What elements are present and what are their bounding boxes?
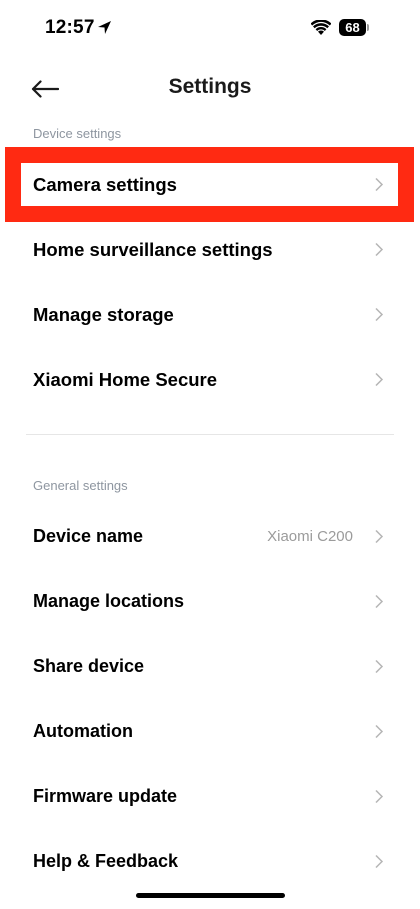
settings-row-home-surveillance[interactable]: Home surveillance settings bbox=[0, 217, 420, 282]
chevron-right-icon bbox=[375, 594, 384, 609]
settings-row-help-feedback[interactable]: Help & Feedback bbox=[0, 829, 420, 894]
wifi-icon bbox=[311, 20, 331, 35]
settings-row-manage-storage[interactable]: Manage storage bbox=[0, 282, 420, 347]
chevron-right-icon bbox=[375, 854, 384, 869]
battery-icon: 68 bbox=[339, 19, 366, 36]
chevron-right-icon bbox=[375, 177, 384, 192]
row-label: Manage storage bbox=[33, 304, 174, 325]
row-label: Camera settings bbox=[33, 174, 177, 195]
status-bar: 12:57 68 bbox=[0, 0, 420, 58]
row-label: Help & Feedback bbox=[33, 851, 179, 871]
chevron-right-icon bbox=[375, 789, 384, 804]
chevron-right-icon bbox=[375, 307, 384, 322]
settings-row-manage-locations[interactable]: Manage locations bbox=[0, 569, 420, 634]
settings-row-share-device[interactable]: Share device bbox=[0, 634, 420, 699]
location-arrow-icon bbox=[98, 21, 111, 34]
section-header-general-settings: General settings bbox=[33, 478, 128, 493]
row-label: Firmware update bbox=[33, 786, 178, 806]
row-label: Manage locations bbox=[33, 591, 185, 611]
row-label: Share device bbox=[33, 656, 145, 676]
settings-row-camera-settings[interactable]: Camera settings bbox=[0, 152, 420, 217]
chevron-right-icon bbox=[375, 529, 384, 544]
row-label: Xiaomi Home Secure bbox=[33, 369, 218, 390]
settings-row-automation[interactable]: Automation bbox=[0, 699, 420, 764]
section-header-device-settings: Device settings bbox=[33, 126, 122, 141]
settings-row-firmware-update[interactable]: Firmware update bbox=[0, 764, 420, 829]
battery-level: 68 bbox=[345, 20, 360, 35]
settings-row-device-name[interactable]: Device name Xiaomi C200 bbox=[0, 504, 420, 569]
section-divider bbox=[26, 434, 394, 435]
row-label: Automation bbox=[33, 721, 133, 741]
row-label: Device name bbox=[33, 526, 144, 546]
row-label: Home surveillance settings bbox=[33, 239, 273, 260]
battery-tip bbox=[367, 24, 369, 31]
page-title: Settings bbox=[168, 75, 252, 98]
chevron-right-icon bbox=[375, 724, 384, 739]
home-indicator[interactable] bbox=[136, 893, 285, 898]
device-name-value: Xiaomi C200 bbox=[267, 528, 353, 545]
chevron-right-icon bbox=[375, 372, 384, 387]
settings-row-xiaomi-home-secure[interactable]: Xiaomi Home Secure bbox=[0, 347, 420, 412]
chevron-right-icon bbox=[375, 242, 384, 257]
status-time: 12:57 bbox=[45, 17, 95, 38]
chevron-right-icon bbox=[375, 659, 384, 674]
